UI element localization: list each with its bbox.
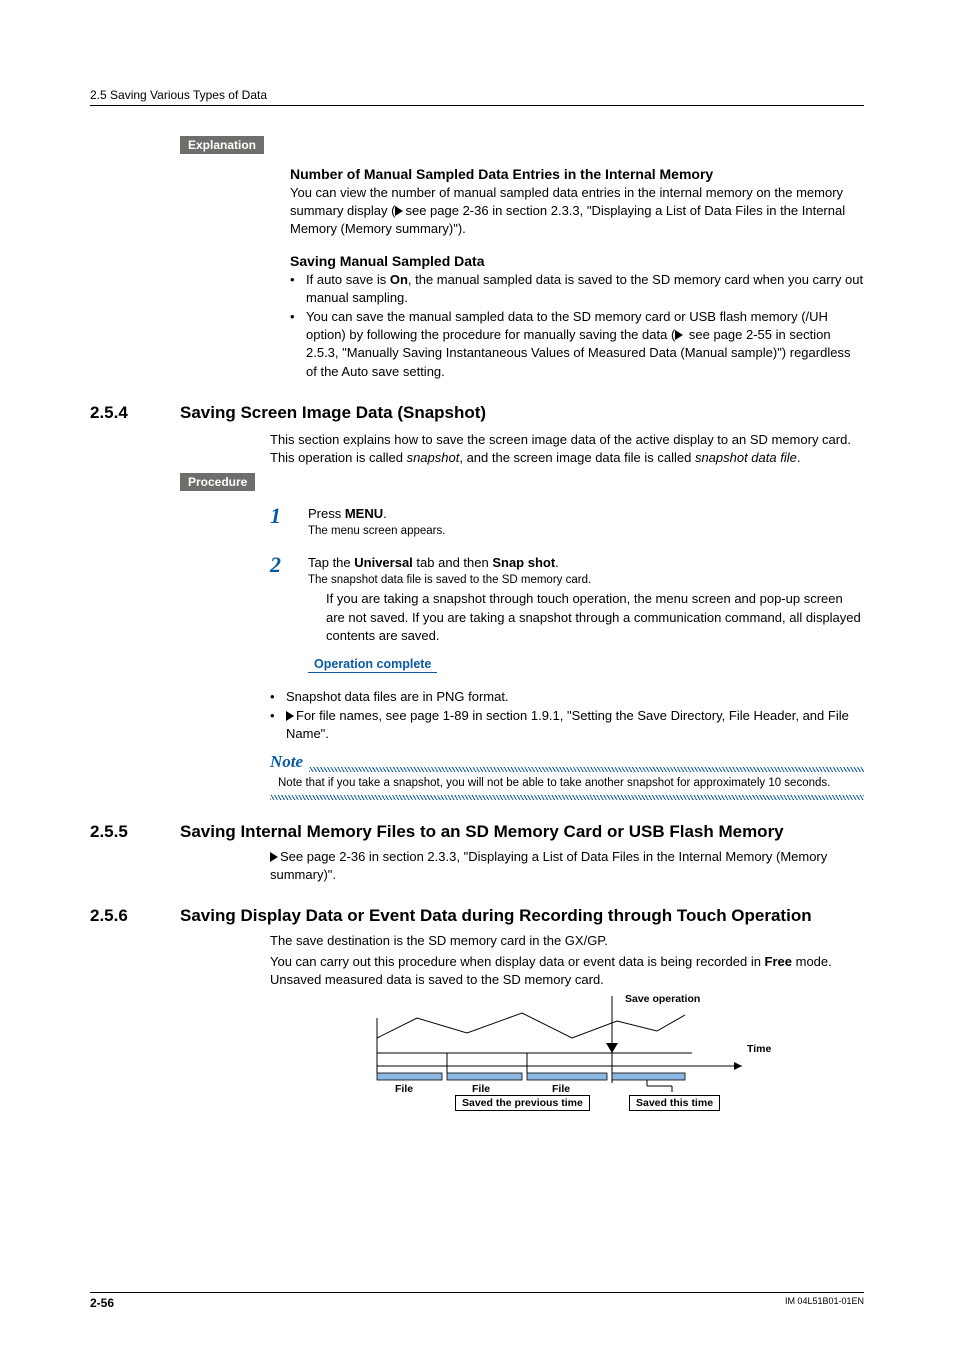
s254-intro: This section explains how to save the sc…	[270, 431, 864, 467]
s256-p2: You can carry out this procedure when di…	[270, 953, 864, 989]
diagram-saved-prev: Saved the previous time	[455, 1095, 590, 1111]
diagram-overlay: Save operation Time File File File Saved…	[347, 993, 787, 1108]
triangle-icon	[286, 711, 294, 721]
section-num: 2.5.4	[90, 403, 160, 423]
section-title: Saving Internal Memory Files to an SD Me…	[180, 822, 864, 842]
s256-p1: The save destination is the SD memory ca…	[270, 932, 864, 950]
page-footer: 2-56 IM 04L51B01-01EN	[90, 1292, 864, 1310]
diagram-file: File	[472, 1083, 490, 1095]
section-title: Saving Display Data or Event Data during…	[180, 906, 864, 926]
operation-complete: Operation complete	[308, 657, 437, 673]
diagram-time: Time	[747, 1043, 771, 1055]
triangle-icon	[270, 852, 278, 862]
diagram-save-op: Save operation	[625, 993, 700, 1005]
step-number: 1	[270, 505, 294, 540]
step-1: 1 Press MENU. The menu screen appears.	[270, 505, 864, 540]
exp-bullet-1: • If auto save is On, the manual sampled…	[290, 271, 864, 307]
exp-head1: Number of Manual Sampled Data Entries in…	[290, 166, 864, 182]
section-255: 2.5.5 Saving Internal Memory Files to an…	[90, 822, 864, 842]
doc-id: IM 04L51B01-01EN	[785, 1296, 864, 1310]
section-254: 2.5.4 Saving Screen Image Data (Snapshot…	[90, 403, 864, 423]
triangle-icon	[675, 330, 683, 340]
diagram-file: File	[552, 1083, 570, 1095]
s255-text: See page 2-36 in section 2.3.3, "Display…	[270, 848, 864, 884]
running-header: 2.5 Saving Various Types of Data	[90, 88, 864, 106]
s254-bullet-2: • For file names, see page 1-89 in secti…	[270, 707, 864, 743]
section-num: 2.5.6	[90, 906, 160, 926]
page-number: 2-56	[90, 1296, 114, 1310]
step-number: 2	[270, 554, 294, 645]
step-2: 2 Tap the Universal tab and then Snap sh…	[270, 554, 864, 645]
section-256: 2.5.6 Saving Display Data or Event Data …	[90, 906, 864, 926]
explanation-label: Explanation	[180, 136, 264, 154]
note-box: Note Note that if you take a snapshot, y…	[270, 752, 864, 801]
triangle-icon	[395, 206, 403, 216]
exp-head2: Saving Manual Sampled Data	[290, 253, 864, 269]
diagram-saved-this: Saved this time	[629, 1095, 720, 1111]
s254-bullet-1: • Snapshot data files are in PNG format.	[270, 688, 864, 706]
procedure-label: Procedure	[180, 473, 255, 491]
diagram-file: File	[395, 1083, 413, 1095]
section-title: Saving Screen Image Data (Snapshot)	[180, 403, 864, 423]
exp-bullet-2: • You can save the manual sampled data t…	[290, 308, 864, 381]
section-num: 2.5.5	[90, 822, 160, 842]
exp-para1: You can view the number of manual sample…	[290, 184, 864, 239]
note-text: Note that if you take a snapshot, you wi…	[270, 772, 864, 796]
note-label: Note	[270, 752, 303, 772]
